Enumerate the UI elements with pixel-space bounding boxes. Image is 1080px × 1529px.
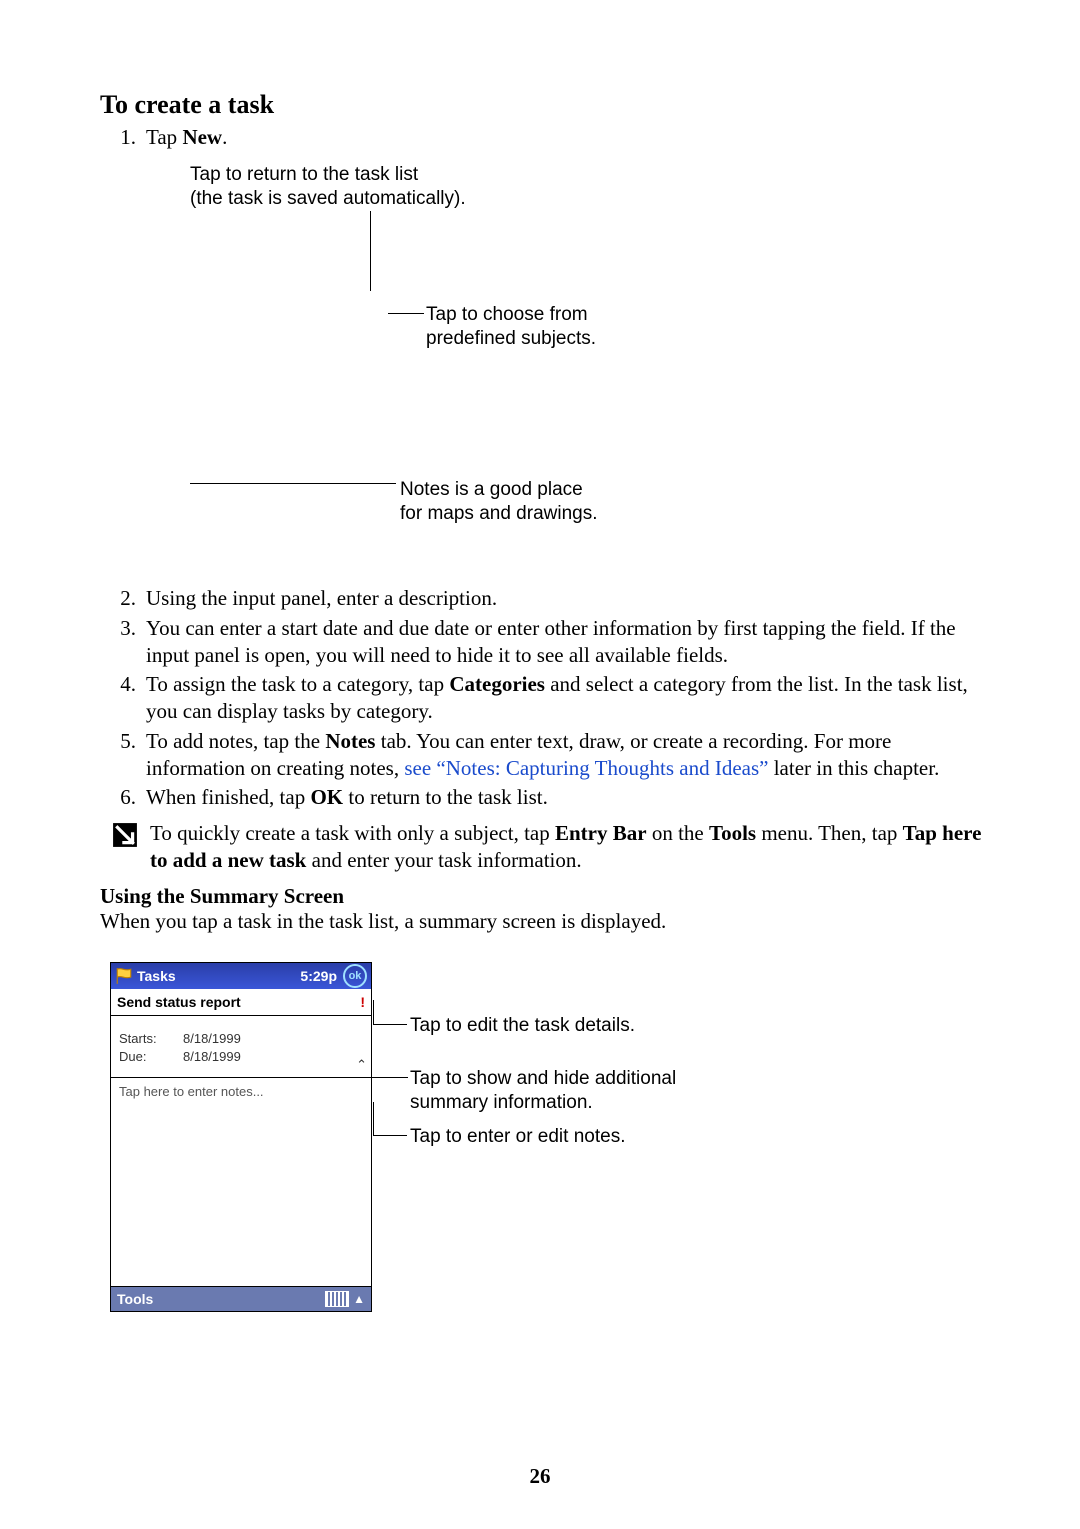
- step-text: To assign the task to a category, tap: [146, 672, 449, 696]
- step-list: 1. Tap New.: [100, 124, 990, 151]
- callout-line: [373, 1135, 407, 1136]
- step-bold: Categories: [449, 672, 545, 696]
- step-number: 6.: [100, 784, 146, 811]
- callout-line: [388, 313, 424, 314]
- page: To create a task 1. Tap New. Tap to retu…: [0, 0, 1080, 1529]
- tip-arrow-icon: [100, 820, 150, 875]
- keyboard-icon[interactable]: [325, 1291, 349, 1307]
- step-4: 4. To assign the task to a category, tap…: [100, 671, 990, 726]
- annotation-ok-return: Tap to return to the task list (the task…: [190, 163, 530, 211]
- step-5: 5. To add notes, tap the Notes tab. You …: [100, 728, 990, 783]
- step-text: To add notes, tap the: [146, 729, 325, 753]
- step-bold: Notes: [325, 729, 375, 753]
- tip-bold: Tools: [709, 821, 756, 845]
- tip-bold: Entry Bar: [555, 821, 647, 845]
- annotation-text: for maps and drawings.: [400, 502, 680, 526]
- due-label: Due:: [119, 1048, 183, 1066]
- tip-text: menu. Then, tap: [756, 821, 903, 845]
- annotation-text: Notes is a good place: [400, 478, 680, 502]
- step-text: Using the input panel, enter a descripti…: [146, 585, 990, 612]
- tip-text: To quickly create a task with only a sub…: [150, 821, 555, 845]
- step-number: 5.: [100, 728, 146, 783]
- due-value: 8/18/1999: [183, 1048, 241, 1066]
- annotation-text: Tap to choose from: [426, 303, 686, 327]
- expand-toggle-icon[interactable]: ⌃: [356, 1056, 367, 1074]
- task-subject-row[interactable]: Send status report !: [111, 989, 371, 1016]
- priority-icon: !: [360, 994, 365, 1010]
- annotation-show-hide: Tap to show and hide additional summary …: [410, 1067, 830, 1115]
- task-dates-panel: Starts: 8/18/1999 Due: 8/18/1999 ⌃: [111, 1016, 371, 1077]
- step-number: 4.: [100, 671, 146, 726]
- step-3: 3. You can enter a start date and due da…: [100, 615, 990, 670]
- step-number: 2.: [100, 585, 146, 612]
- subheading: Using the Summary Screen: [100, 884, 990, 909]
- step-bold: OK: [310, 785, 343, 809]
- annotation-notes-tab: Notes is a good place for maps and drawi…: [400, 478, 680, 526]
- tip-text: and enter your task information.: [306, 848, 581, 872]
- callout-line: [373, 1102, 374, 1136]
- annotation-enter-notes: Tap to enter or edit notes.: [410, 1125, 830, 1149]
- step-text: .: [222, 125, 227, 149]
- cross-reference-link[interactable]: see “Notes: Capturing Thoughts and Ideas…: [404, 756, 768, 780]
- callout-line: [373, 1024, 407, 1025]
- annotation-subject-dropdown: Tap to choose from predefined subjects.: [426, 303, 686, 351]
- callout-line: [372, 1077, 408, 1078]
- annotation-text: summary information.: [410, 1091, 830, 1115]
- step-number: 1.: [100, 124, 146, 151]
- input-panel-up-icon[interactable]: ▲: [353, 1292, 365, 1306]
- device-bottombar: Tools ▲: [111, 1286, 371, 1311]
- step-number: 3.: [100, 615, 146, 670]
- clock: 5:29p: [300, 968, 337, 984]
- annotation-text: predefined subjects.: [426, 327, 686, 351]
- step-1: 1. Tap New.: [100, 124, 990, 151]
- section-title: To create a task: [100, 90, 990, 120]
- annotation-text: Tap to return to the task list: [190, 163, 530, 187]
- step-text: Tap: [146, 125, 182, 149]
- tip-block: To quickly create a task with only a sub…: [100, 820, 990, 875]
- paragraph: When you tap a task in the task list, a …: [100, 909, 990, 934]
- step-bold: New: [182, 125, 222, 149]
- tip-text: on the: [647, 821, 709, 845]
- app-title: Tasks: [137, 968, 176, 984]
- step-6: 6. When finished, tap OK to return to th…: [100, 784, 990, 811]
- tools-menu[interactable]: Tools: [117, 1291, 153, 1307]
- task-subject: Send status report: [117, 994, 241, 1010]
- step-text: later in this chapter.: [768, 756, 939, 780]
- step-2: 2. Using the input panel, enter a descri…: [100, 585, 990, 612]
- notes-area[interactable]: Tap here to enter notes...: [111, 1078, 371, 1280]
- step-text: to return to the task list.: [343, 785, 548, 809]
- starts-label: Starts:: [119, 1030, 183, 1048]
- step-text: You can enter a start date and due date …: [146, 615, 990, 670]
- pocketpc-screenshot: Tasks 5:29p ok Send status report ! Star…: [110, 962, 372, 1312]
- callout-line: [373, 1000, 374, 1025]
- step-list-cont: 2. Using the input panel, enter a descri…: [100, 585, 990, 811]
- start-flag-icon[interactable]: [115, 967, 133, 985]
- starts-value: 8/18/1999: [183, 1030, 241, 1048]
- annotation-text: (the task is saved automatically).: [190, 187, 530, 211]
- step-text: When finished, tap: [146, 785, 310, 809]
- annotation-text: Tap to show and hide additional: [410, 1067, 830, 1091]
- figure-summary-screen: Tasks 5:29p ok Send status report ! Star…: [100, 962, 990, 1332]
- callout-line: [190, 483, 396, 484]
- callout-line: [370, 211, 371, 291]
- page-number: 26: [0, 1464, 1080, 1489]
- due-row: Due: 8/18/1999: [119, 1048, 363, 1066]
- ok-button[interactable]: ok: [343, 964, 367, 988]
- figure-create-task-annotations: Tap to return to the task list (the task…: [170, 153, 990, 583]
- starts-row: Starts: 8/18/1999: [119, 1030, 363, 1048]
- device-titlebar: Tasks 5:29p ok: [111, 963, 371, 989]
- notes-placeholder: Tap here to enter notes...: [119, 1084, 264, 1099]
- annotation-edit-details: Tap to edit the task details.: [410, 1014, 830, 1038]
